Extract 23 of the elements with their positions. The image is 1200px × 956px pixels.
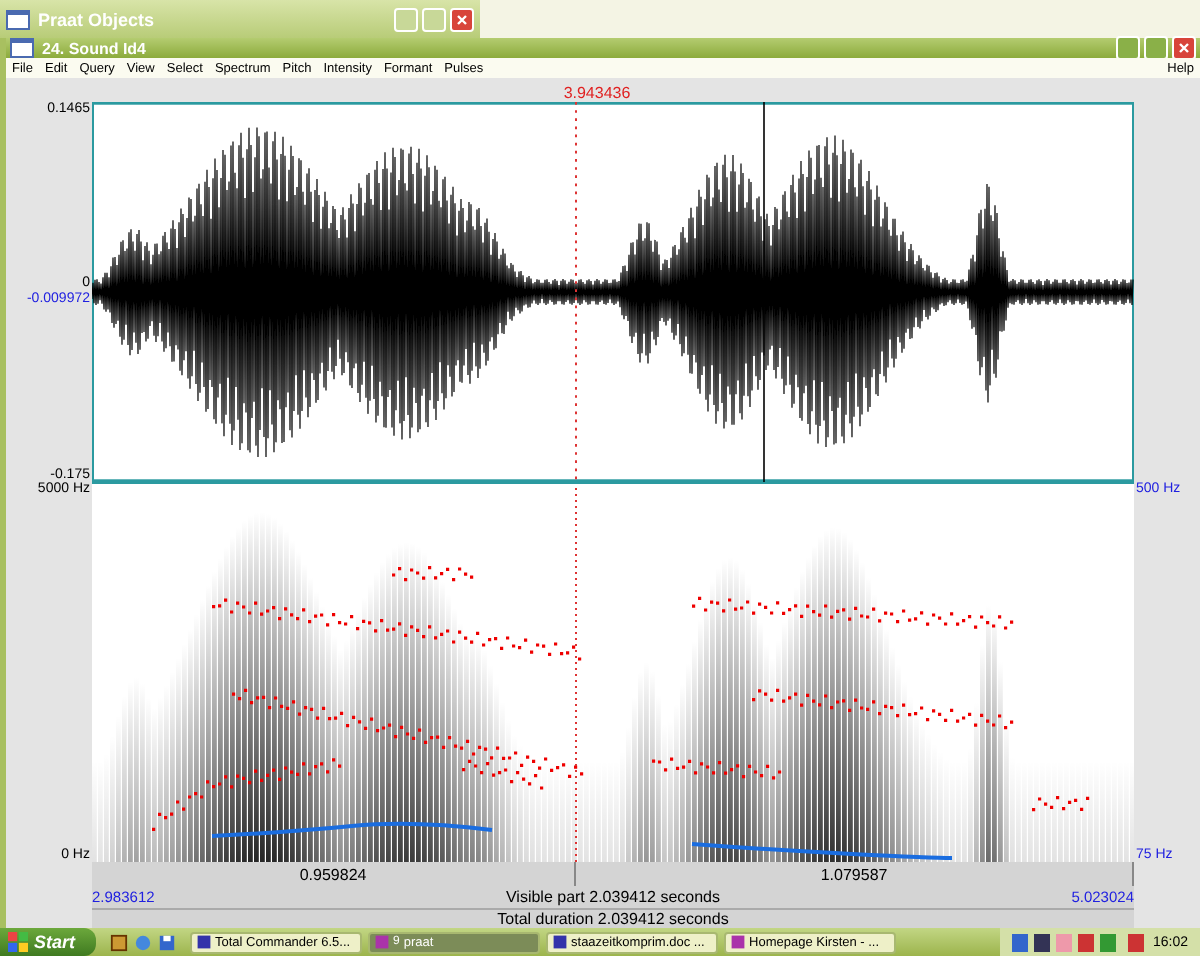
window-title: 24. Sound Id4 <box>42 39 147 57</box>
minimize-button[interactable] <box>1116 36 1140 60</box>
maximize-button[interactable] <box>1144 36 1168 60</box>
window-icon <box>6 9 30 29</box>
spectrogram-drawing[interactable] <box>92 482 1134 862</box>
app-icon <box>195 934 212 950</box>
time-segment[interactable]: 0.959824 <box>92 862 577 886</box>
close-button[interactable] <box>1172 36 1196 60</box>
app-icon <box>373 934 390 950</box>
total-duration-bar[interactable]: Total duration 2.039412 seconds <box>92 908 1134 928</box>
close-button[interactable] <box>450 7 474 31</box>
app-icon <box>551 934 568 950</box>
window-title: Praat Objects <box>38 9 157 29</box>
waveform-drawing[interactable] <box>92 102 1134 482</box>
window-icon <box>10 38 34 58</box>
start-button[interactable]: Start <box>0 928 96 956</box>
time-segment[interactable]: 1.079587 <box>576 862 1134 886</box>
tray-icons-drawing <box>1012 933 1145 951</box>
close-icon <box>1178 42 1190 54</box>
windows-flag-icon <box>8 932 28 952</box>
app-icon <box>729 934 746 950</box>
cursor-time: 3.943436 <box>563 84 631 102</box>
close-icon <box>456 13 468 25</box>
